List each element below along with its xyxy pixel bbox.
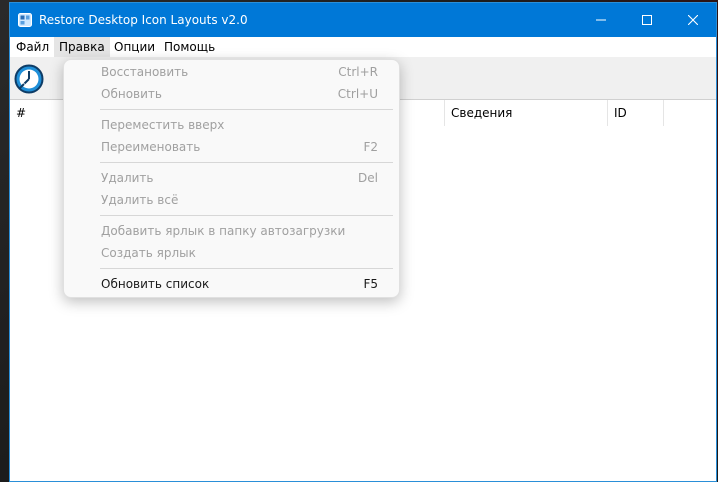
menu-item-shortcut: F2 (363, 140, 378, 154)
menu-item-label: Переименовать (101, 140, 201, 154)
menu-item-label: Удалить всё (101, 193, 179, 207)
menu-item-restore[interactable]: Восстановить Ctrl+R (101, 62, 378, 82)
minimize-icon (596, 19, 606, 21)
menu-item-label: Удалить (101, 171, 154, 185)
window-title: Restore Desktop Icon Layouts v2.0 (39, 13, 248, 27)
menu-bar: Файл Правка Опции Помощь (10, 37, 716, 57)
menu-item-delete[interactable]: Удалить Del (101, 168, 378, 188)
column-header-id[interactable]: ID (608, 100, 664, 126)
menu-item-refresh-list[interactable]: Обновить список F5 (101, 274, 378, 294)
menu-item-label: Переместить вверх (101, 118, 225, 132)
maximize-icon (642, 15, 652, 25)
app-window: Restore Desktop Icon Layouts v2.0 Файл П… (9, 2, 717, 482)
menu-separator (100, 215, 393, 216)
title-bar[interactable]: Restore Desktop Icon Layouts v2.0 (10, 3, 716, 37)
menu-item-label: Обновить (101, 87, 162, 101)
menu-item-delete-all[interactable]: Удалить всё (101, 190, 378, 210)
menu-item-rename[interactable]: Переименовать F2 (101, 137, 378, 157)
menu-item-create-shortcut[interactable]: Создать ярлык (101, 243, 378, 263)
menu-separator (100, 268, 393, 269)
menu-file[interactable]: Файл (11, 37, 54, 57)
menu-item-label: Создать ярлык (101, 246, 196, 260)
menu-item-update[interactable]: Обновить Ctrl+U (101, 84, 378, 104)
restore-layout-icon[interactable] (14, 64, 44, 94)
menu-item-label: Восстановить (101, 65, 189, 79)
menu-item-add-startup-shortcut[interactable]: Добавить ярлык в папку автозагрузки (101, 221, 378, 241)
menu-separator (100, 109, 393, 110)
menu-item-shortcut: Del (358, 171, 378, 185)
app-icon (18, 13, 32, 27)
menu-item-label: Обновить список (101, 277, 210, 291)
menu-help[interactable]: Помощь (159, 37, 220, 57)
maximize-button[interactable] (624, 3, 670, 37)
menu-separator (100, 162, 393, 163)
menu-item-shortcut: Ctrl+R (338, 65, 378, 79)
menu-edit[interactable]: Правка (54, 37, 110, 57)
menu-options[interactable]: Опции (109, 37, 160, 57)
menu-item-shortcut: F5 (363, 277, 378, 291)
menu-item-label: Добавить ярлык в папку автозагрузки (101, 224, 346, 238)
minimize-button[interactable] (578, 3, 624, 37)
column-header-number[interactable]: # (10, 100, 70, 126)
edit-menu-dropdown: Восстановить Ctrl+R Обновить Ctrl+U Пере… (63, 59, 400, 298)
close-icon (688, 15, 698, 25)
column-header-details[interactable]: Сведения (444, 100, 608, 126)
menu-item-move-up[interactable]: Переместить вверх (101, 115, 378, 135)
close-button[interactable] (670, 3, 716, 37)
menu-item-shortcut: Ctrl+U (337, 87, 378, 101)
